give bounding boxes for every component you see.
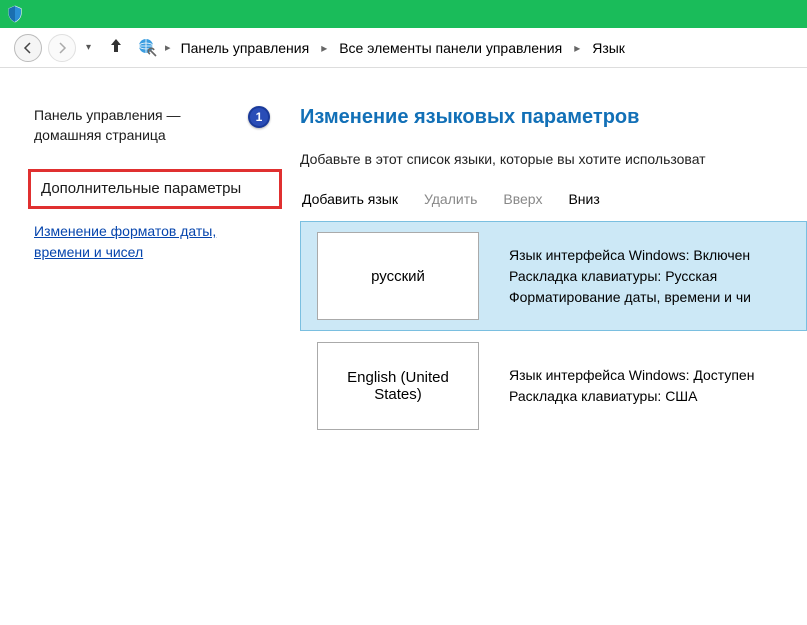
language-item[interactable]: русский Язык интерфейса Windows: Включен… (300, 221, 807, 331)
language-details: Язык интерфейса Windows: Включен Расклад… (509, 245, 751, 308)
advanced-settings-link[interactable]: Дополнительные параметры (41, 180, 241, 197)
annotation-badge-1: 1 (248, 106, 270, 128)
move-up-button[interactable]: Вверх (503, 191, 542, 207)
language-tile: English (United States) (317, 342, 479, 430)
breadcrumb-item[interactable]: Панель управления (177, 38, 314, 58)
add-language-button[interactable]: Добавить язык (302, 191, 398, 207)
move-down-button[interactable]: Вниз (568, 191, 599, 207)
language-list: русский Язык интерфейса Windows: Включен… (300, 221, 807, 441)
up-button[interactable] (101, 37, 131, 58)
remove-language-button[interactable]: Удалить (424, 191, 477, 207)
main-content: Изменение языковых параметров Добавьте в… (290, 68, 807, 625)
date-formats-link[interactable]: Изменение форматов даты, времени и чисел (34, 221, 270, 263)
language-item[interactable]: English (United States) Язык интерфейса … (300, 331, 807, 441)
forward-button[interactable] (48, 34, 76, 62)
nav-toolbar: ▾ ▸ Панель управления ▸ Все элементы пан… (0, 28, 807, 68)
language-tile: русский (317, 232, 479, 320)
control-panel-home-link[interactable]: Панель управления — домашняя страница (34, 106, 240, 145)
shield-icon (6, 5, 24, 23)
breadcrumb: Панель управления ▸ Все элементы панели … (177, 38, 629, 58)
breadcrumb-item[interactable]: Язык (588, 38, 629, 58)
globe-wrench-icon (137, 37, 159, 59)
annotation-highlight: Дополнительные параметры (28, 169, 282, 209)
sidebar: Панель управления — домашняя страница 1 … (0, 68, 290, 625)
chevron-right-icon: ▸ (317, 41, 331, 55)
titlebar (0, 0, 807, 28)
breadcrumb-item[interactable]: Все элементы панели управления (335, 38, 566, 58)
history-dropdown[interactable]: ▾ (82, 42, 95, 53)
chevron-right-icon: ▸ (165, 41, 171, 54)
language-details: Язык интерфейса Windows: Доступен Раскла… (509, 365, 754, 407)
page-title: Изменение языковых параметров (300, 106, 807, 129)
language-toolbar: Добавить язык Удалить Вверх Вниз (300, 191, 807, 207)
back-button[interactable] (14, 34, 42, 62)
page-description: Добавьте в этот список языки, которые вы… (300, 151, 807, 167)
chevron-right-icon: ▸ (570, 41, 584, 55)
